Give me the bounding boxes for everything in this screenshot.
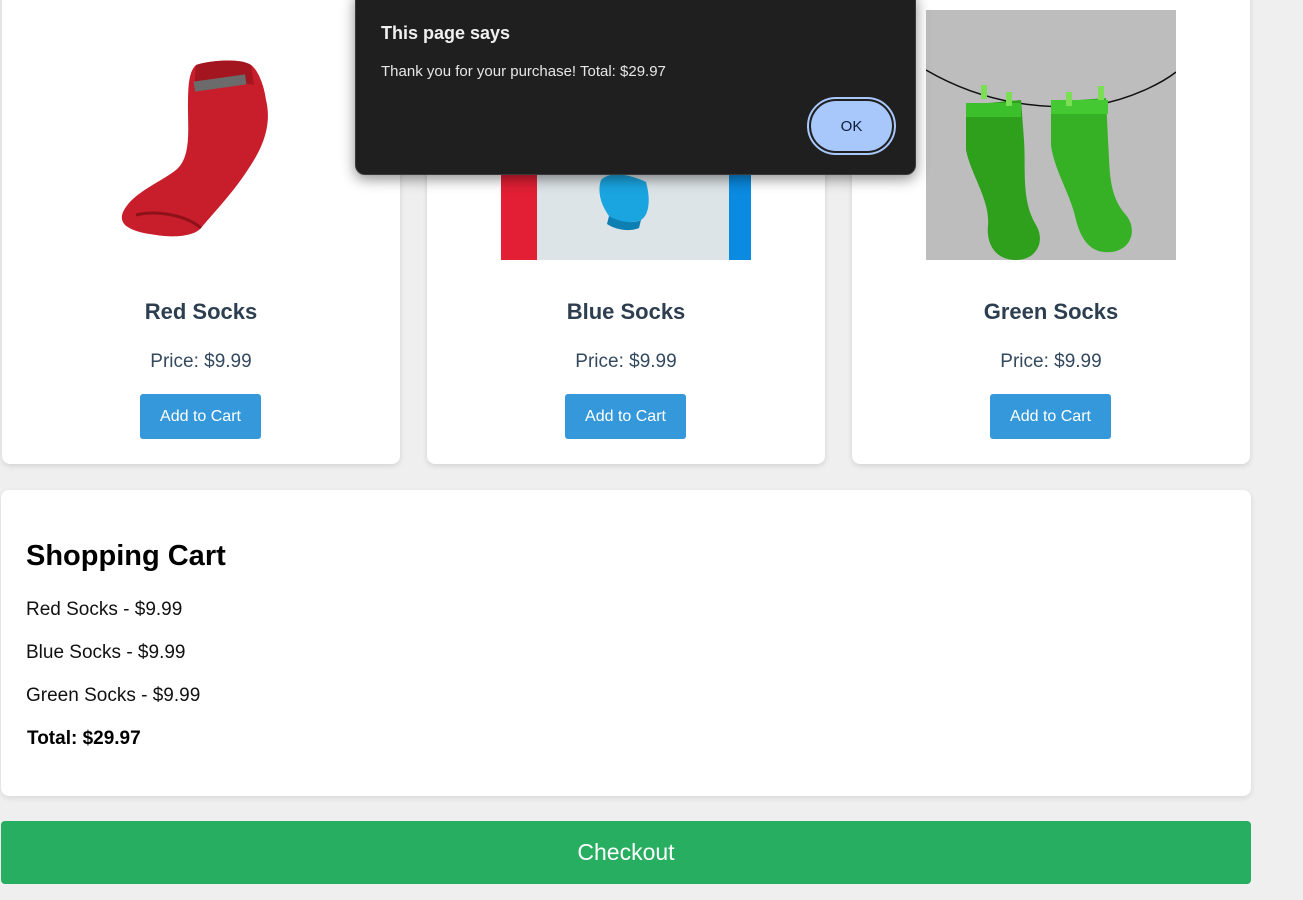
cart-item: Blue Socks - $9.99 (26, 642, 186, 663)
alert-dialog: This page says Thank you for your purcha… (355, 0, 916, 175)
green-socks-image (926, 10, 1176, 260)
dialog-title: This page says (381, 23, 511, 43)
red-socks-image (76, 10, 326, 260)
product-price: Price: $9.99 (1000, 351, 1102, 372)
cart-total: Total: $29.97 (27, 728, 141, 749)
checkout-button[interactable]: Checkout (1, 821, 1251, 884)
add-to-cart-button[interactable]: Add to Cart (990, 394, 1111, 439)
product-name: Red Socks (144, 299, 258, 324)
ok-button[interactable]: OK (811, 101, 892, 151)
product-name: Green Socks (983, 299, 1119, 324)
cart-title: Shopping Cart (26, 540, 226, 572)
add-to-cart-button[interactable]: Add to Cart (140, 394, 261, 439)
dialog-message: Thank you for your purchase! Total: $29.… (381, 63, 666, 80)
cart-item: Red Socks - $9.99 (26, 599, 183, 620)
product-name: Blue Socks (566, 299, 686, 324)
product-card-red-socks: Red Socks Price: $9.99 Add to Cart (2, 0, 400, 464)
product-price: Price: $9.99 (150, 351, 252, 372)
product-price: Price: $9.99 (575, 351, 677, 372)
add-to-cart-button[interactable]: Add to Cart (565, 394, 686, 439)
shopping-cart-panel: Shopping Cart (1, 490, 1251, 796)
cart-item: Green Socks - $9.99 (26, 685, 201, 706)
